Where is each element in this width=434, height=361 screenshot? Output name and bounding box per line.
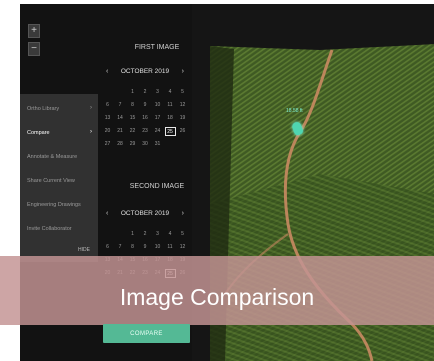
calendar-day[interactable]: 18 — [165, 114, 176, 123]
calendar-day[interactable]: 20 — [102, 127, 113, 136]
calendar-day[interactable]: 15 — [127, 114, 138, 123]
menu-item-label: Engineering Drawings — [27, 202, 81, 208]
calendar-day[interactable]: 7 — [115, 101, 126, 110]
calendar-day[interactable]: 1 — [127, 230, 138, 239]
first-month-nav: ‹ OCTOBER 2019 › — [102, 68, 188, 78]
menu-item-annotate-measure[interactable]: Annotate & Measure — [27, 154, 77, 160]
calendar-day[interactable]: 14 — [115, 114, 126, 123]
second-image-title: SECOND IMAGE — [129, 183, 185, 190]
calendar-day[interactable]: 31 — [152, 140, 163, 149]
menu-item-label: Annotate & Measure — [27, 154, 78, 160]
menu-item-label: Compare — [27, 130, 50, 136]
hide-menu-button[interactable]: HIDE — [78, 247, 90, 253]
calendar-day[interactable]: 8 — [127, 243, 138, 252]
calendar-day[interactable]: 2 — [140, 88, 151, 97]
calendar-day[interactable]: 11 — [165, 243, 176, 252]
calendar-day[interactable]: 3 — [152, 230, 163, 239]
calendar-day[interactable]: 5 — [177, 88, 188, 97]
calendar-day[interactable]: 26 — [177, 127, 188, 136]
month-label: OCTOBER 2019 — [120, 210, 170, 217]
calendar-day[interactable]: 9 — [140, 243, 151, 252]
menu-item-label: Invite Collaborator — [27, 226, 72, 232]
calendar-day[interactable]: 9 — [140, 101, 151, 110]
calendar-day[interactable]: 4 — [165, 230, 176, 239]
menu-item-invite-collaborator[interactable]: Invite Collaborator — [27, 226, 72, 232]
calendar-day[interactable]: 6 — [102, 101, 113, 110]
calendar-day[interactable]: 10 — [152, 101, 163, 110]
calendar-day[interactable]: 12 — [177, 243, 188, 252]
calendar-day[interactable]: 4 — [165, 88, 176, 97]
calendar-day[interactable]: 28 — [115, 140, 126, 149]
menu-item-label: Share Current View — [27, 178, 75, 184]
calendar-day[interactable]: 16 — [140, 114, 151, 123]
calendar-day[interactable]: 30 — [140, 140, 151, 149]
calendar-day[interactable]: 25 — [164, 127, 176, 136]
compare-button[interactable]: COMPARE — [103, 324, 190, 343]
menu-item-label: Ortho Library — [27, 106, 60, 112]
calendar-day[interactable]: 27 — [102, 140, 113, 149]
menu-item-engineering-drawings[interactable]: Engineering Drawings — [27, 202, 81, 208]
calendar-day[interactable]: 17 — [152, 114, 163, 123]
second-month-nav: ‹ OCTOBER 2019 › — [102, 210, 188, 220]
zoom-in-button[interactable]: + — [28, 24, 40, 38]
menu-item-share-current-view[interactable]: Share Current View — [27, 178, 75, 184]
calendar-day[interactable]: 10 — [152, 243, 163, 252]
calendar-day[interactable]: 21 — [115, 127, 126, 136]
calendar-day[interactable]: 13 — [102, 114, 113, 123]
calendar-day[interactable]: 5 — [177, 230, 188, 239]
side-menu: Ortho Library › Compare › Annotate & Mea… — [20, 94, 98, 262]
calendar-day[interactable]: 11 — [165, 101, 176, 110]
measurement-label: 18.58 ft — [286, 108, 303, 114]
first-image-title: FIRST IMAGE — [134, 44, 180, 51]
zoom-out-button[interactable]: − — [28, 42, 40, 56]
calendar-day[interactable]: 22 — [127, 127, 138, 136]
menu-item-compare[interactable]: Compare — [27, 130, 50, 136]
month-label: OCTOBER 2019 — [120, 68, 170, 75]
calendar-day[interactable]: 1 — [127, 88, 138, 97]
chevron-right-icon[interactable]: › — [182, 210, 184, 217]
chevron-right-icon: › — [90, 105, 92, 111]
calendar-day[interactable]: 6 — [102, 243, 113, 252]
calendar-day[interactable]: 8 — [127, 101, 138, 110]
chevron-right-icon: › — [90, 129, 92, 135]
calendar-day[interactable]: 2 — [140, 230, 151, 239]
calendar-day[interactable]: 23 — [140, 127, 151, 136]
calendar-day[interactable]: 29 — [127, 140, 138, 149]
calendar-day[interactable]: 19 — [177, 114, 188, 123]
chevron-right-icon[interactable]: › — [182, 68, 184, 75]
caption-text: Image Comparison — [119, 284, 315, 310]
calendar-day[interactable]: 3 — [152, 88, 163, 97]
calendar-day[interactable]: 7 — [115, 243, 126, 252]
calendar-day[interactable]: 12 — [177, 101, 188, 110]
menu-item-ortho-library[interactable]: Ortho Library — [27, 106, 59, 112]
calendar-day[interactable]: 24 — [152, 127, 163, 136]
